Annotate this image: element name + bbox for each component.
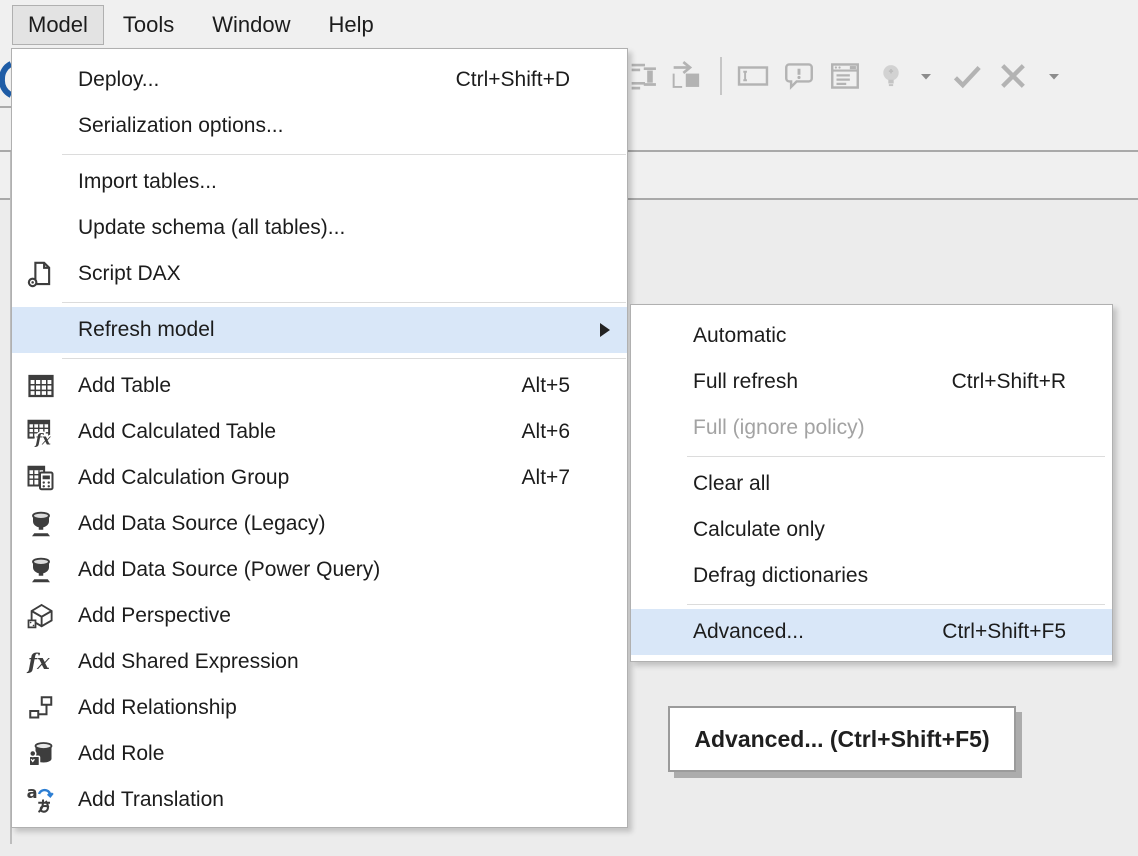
menu-item-add-role[interactable]: Add Role [12, 731, 627, 777]
table-icon [23, 363, 59, 409]
menu-item-add-calculation-group[interactable]: Add Calculation Group Alt+7 [12, 455, 627, 501]
submenu-arrow-icon [600, 323, 610, 337]
menu-separator [62, 358, 626, 359]
menubar-item-window[interactable]: Window [193, 6, 309, 44]
checkmark-icon[interactable] [950, 57, 984, 95]
textbox-icon[interactable] [736, 57, 770, 95]
menubar-item-tools[interactable]: Tools [104, 6, 193, 44]
menu-item-label: Calculate only [693, 518, 825, 542]
menu-item-shortcut: Ctrl+Shift+F5 [942, 620, 1066, 644]
menu-item-shortcut: Alt+7 [522, 466, 570, 490]
menu-item-label: Add Translation [78, 788, 224, 812]
calculation-group-icon [23, 455, 59, 501]
menu-item-update-schema-all-tables[interactable]: Update schema (all tables)... [12, 205, 627, 251]
submenu-item-full-refresh[interactable]: Full refresh Ctrl+Shift+R [631, 359, 1112, 405]
menu-item-label: Add Calculation Group [78, 466, 289, 490]
translation-icon: a [23, 777, 59, 823]
menu-item-label: Serialization options... [78, 114, 283, 138]
menu-item-shortcut: Alt+5 [522, 374, 570, 398]
menu-item-label: Add Data Source (Power Query) [78, 558, 380, 582]
menu-item-label: Refresh model [78, 318, 215, 342]
submenu-item-advanced[interactable]: Advanced... Ctrl+Shift+F5 [631, 609, 1112, 655]
svg-text:fx: fx [26, 650, 50, 675]
svg-text:a: a [27, 785, 38, 802]
submenu-item-automatic[interactable]: Automatic [631, 313, 1112, 359]
menu-item-shortcut: Ctrl+Shift+D [456, 68, 570, 92]
perspective-icon [23, 593, 59, 639]
menubar-item-model[interactable]: Model [12, 5, 104, 45]
menu-item-label: Add Role [78, 742, 164, 766]
menu-item-add-shared-expression[interactable]: fx Add Shared Expression [12, 639, 627, 685]
dropdown-caret-icon[interactable] [1046, 57, 1062, 95]
collapse-columns-icon[interactable] [628, 57, 662, 95]
menubar: Model Tools Window Help [0, 0, 1138, 50]
menu-item-deploy[interactable]: Deploy... Ctrl+Shift+D [12, 57, 627, 103]
properties-form-icon[interactable] [828, 57, 862, 95]
menu-item-shortcut: Alt+6 [522, 420, 570, 444]
data-source-icon [23, 547, 59, 593]
submenu-item-clear-all[interactable]: Clear all [631, 461, 1112, 507]
clipped-refresh-icon [0, 58, 11, 102]
toolbar [628, 52, 1078, 100]
comment-alert-icon[interactable] [782, 57, 816, 95]
menu-item-label: Defrag dictionaries [693, 564, 868, 588]
menu-item-add-data-source-power-query[interactable]: Add Data Source (Power Query) [12, 547, 627, 593]
menu-item-shortcut: Ctrl+Shift+R [952, 370, 1066, 394]
calculated-table-icon: fxfx [23, 409, 59, 455]
menu-item-label: Add Calculated Table [78, 420, 276, 444]
lightbulb-icon[interactable] [876, 57, 906, 95]
advanced-refresh-tooltip: Advanced... (Ctrl+Shift+F5) [668, 706, 1016, 772]
menu-item-label: Import tables... [78, 170, 217, 194]
menu-item-label: Add Data Source (Legacy) [78, 512, 325, 536]
menu-item-label: Advanced... [693, 620, 804, 644]
menu-item-label: Script DAX [78, 262, 181, 286]
menu-item-add-perspective[interactable]: Add Perspective [12, 593, 627, 639]
menubar-item-help[interactable]: Help [310, 6, 393, 44]
dropdown-caret-icon[interactable] [918, 57, 934, 95]
menu-item-label: Automatic [693, 324, 786, 348]
menu-item-add-calculated-table[interactable]: fxfx Add Calculated Table Alt+6 [12, 409, 627, 455]
menu-separator [62, 302, 626, 303]
menu-separator [687, 456, 1105, 457]
menu-item-script-dax[interactable]: Script DAX [12, 251, 627, 297]
toolbar-separator [720, 57, 722, 95]
submenu-item-full-ignore-policy[interactable]: Full (ignore policy) [631, 405, 1112, 451]
submenu-item-defrag-dictionaries[interactable]: Defrag dictionaries [631, 553, 1112, 599]
menu-item-serialization-options[interactable]: Serialization options... [12, 103, 627, 149]
relationship-icon [23, 685, 59, 731]
close-x-icon[interactable] [996, 57, 1030, 95]
import-into-icon[interactable] [670, 57, 704, 95]
menu-item-label: Update schema (all tables)... [78, 216, 345, 240]
data-source-icon [23, 501, 59, 547]
menu-item-import-tables[interactable]: Import tables... [12, 159, 627, 205]
model-menu: Deploy... Ctrl+Shift+D Serialization optio… [11, 48, 628, 828]
menu-separator [62, 154, 626, 155]
menu-item-label: Full refresh [693, 370, 798, 394]
menu-item-label: Clear all [693, 472, 770, 496]
menu-item-label: Add Relationship [78, 696, 237, 720]
menu-item-add-translation[interactable]: a Add Translation [12, 777, 627, 823]
menu-separator [687, 604, 1105, 605]
left-toolbar-divider [0, 106, 11, 108]
menu-item-label: Add Perspective [78, 604, 231, 628]
script-dax-icon [23, 251, 59, 297]
submenu-item-calculate-only[interactable]: Calculate only [631, 507, 1112, 553]
refresh-model-submenu: Automatic Full refresh Ctrl+Shift+R Full (i… [630, 304, 1113, 662]
tooltip-text: Advanced... (Ctrl+Shift+F5) [694, 726, 989, 753]
menu-item-add-data-source-legacy[interactable]: Add Data Source (Legacy) [12, 501, 627, 547]
menu-item-label: Add Table [78, 374, 171, 398]
menu-item-label: Full (ignore policy) [693, 416, 865, 440]
shared-expression-icon: fx [23, 639, 59, 685]
menu-item-label: Add Shared Expression [78, 650, 299, 674]
menu-item-add-relationship[interactable]: Add Relationship [12, 685, 627, 731]
menu-item-add-table[interactable]: Add Table Alt+5 [12, 363, 627, 409]
role-icon [23, 731, 59, 777]
svg-text:fx: fx [34, 431, 51, 448]
menu-item-label: Deploy... [78, 68, 159, 92]
menu-item-refresh-model[interactable]: Refresh model [12, 307, 627, 353]
